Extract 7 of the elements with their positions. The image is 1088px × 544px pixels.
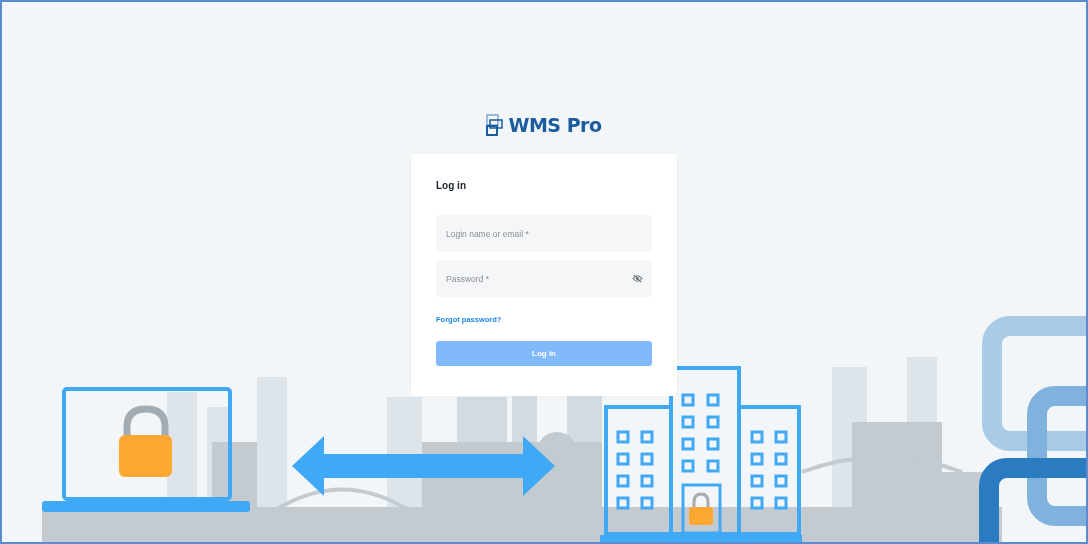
login-field[interactable]: Login name or email * — [436, 215, 652, 252]
logo-icon — [486, 114, 505, 136]
eye-slash-icon[interactable] — [632, 274, 643, 283]
logo-text: WMS Pro — [508, 115, 602, 135]
password-field[interactable]: Password * — [436, 260, 652, 297]
double-arrow-icon — [292, 436, 555, 496]
login-title: Log in — [436, 179, 467, 193]
